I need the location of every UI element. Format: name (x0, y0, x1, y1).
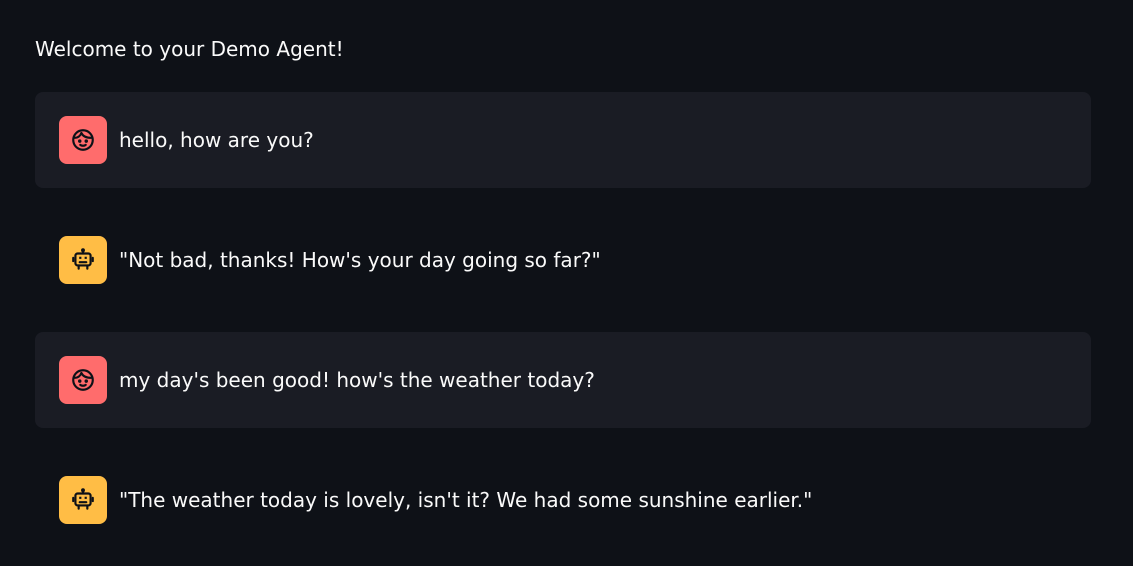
face-icon (70, 367, 96, 393)
chat-message-user: hello, how are you? (35, 92, 1091, 188)
chat-message-assistant: "The weather today is lovely, isn't it? … (35, 452, 1091, 548)
robot-icon (70, 247, 96, 273)
welcome-heading: Welcome to your Demo Agent! (35, 37, 344, 61)
message-text: my day's been good! how's the weather to… (119, 368, 595, 392)
chat-message-assistant: "Not bad, thanks! How's your day going s… (35, 212, 1091, 308)
message-text: "The weather today is lovely, isn't it? … (119, 488, 813, 512)
user-avatar (59, 116, 107, 164)
message-text: "Not bad, thanks! How's your day going s… (119, 248, 601, 272)
assistant-avatar (59, 236, 107, 284)
chat-page: Welcome to your Demo Agent! hello, how a… (0, 0, 1133, 566)
chat-message-list: hello, how are you? "Not bad, thanks! Ho… (35, 92, 1091, 566)
chat-message-user: my day's been good! how's the weather to… (35, 332, 1091, 428)
user-avatar (59, 356, 107, 404)
robot-icon (70, 487, 96, 513)
face-icon (70, 127, 96, 153)
message-text: hello, how are you? (119, 128, 314, 152)
assistant-avatar (59, 476, 107, 524)
